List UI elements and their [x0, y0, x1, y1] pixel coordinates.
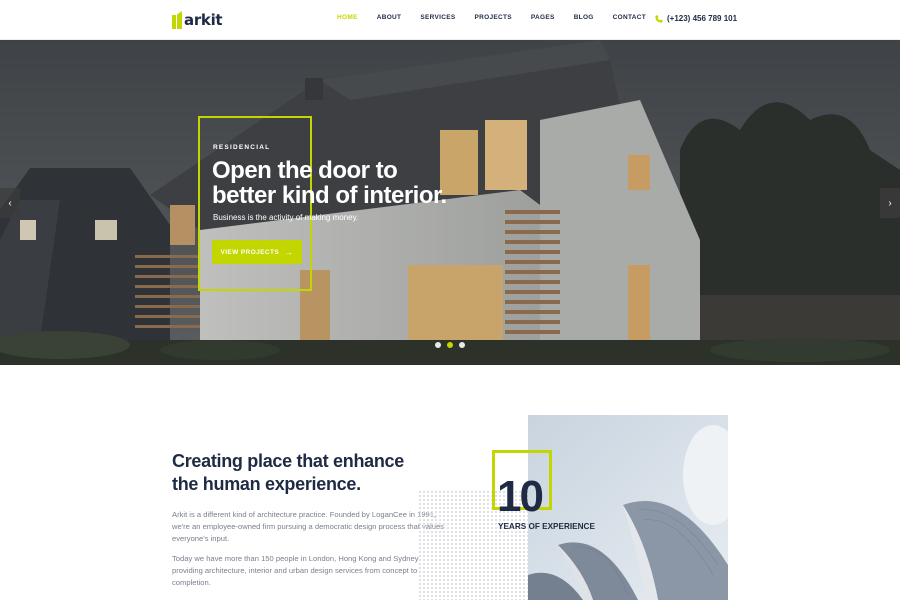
- phone-number: (+123) 456 789 101: [667, 14, 738, 23]
- nav-item-blog[interactable]: BLOG: [574, 14, 594, 21]
- slider-dots: [435, 342, 471, 348]
- hero-title-line-1: Open the door to: [212, 157, 398, 184]
- nav-item-pages[interactable]: PAGES: [531, 14, 555, 21]
- slider-dot-1[interactable]: [435, 342, 441, 348]
- logo-mark-icon: [172, 11, 182, 29]
- chevron-left-icon: ‹: [8, 197, 12, 209]
- phone-icon: [655, 14, 663, 23]
- about-paragraph-1: Arkit is a different kind of architectur…: [172, 510, 445, 543]
- phone-link[interactable]: (+123) 456 789 101: [655, 14, 737, 23]
- nav-item-projects[interactable]: PROJECTS: [474, 14, 511, 21]
- site-header: arkit HOME ABOUT SERVICES PROJECTS PAGES…: [0, 0, 900, 40]
- experience-number: 10: [497, 472, 544, 521]
- hero-title: Open the door to better kind of interior…: [212, 158, 472, 208]
- slider-prev-button[interactable]: ‹: [0, 188, 20, 218]
- logo[interactable]: arkit: [172, 10, 223, 30]
- slider-next-button[interactable]: ›: [880, 188, 900, 218]
- hero-subtitle: Business is the activity of making money…: [213, 213, 359, 222]
- about-paragraph-2: Today we have more than 150 people in Lo…: [172, 554, 419, 587]
- chevron-right-icon: ›: [888, 197, 892, 209]
- about-title-line-2: the human experience.: [172, 474, 361, 494]
- nav-item-contact[interactable]: CONTACT: [613, 14, 646, 21]
- logo-text: arkit: [184, 11, 223, 29]
- experience-label: YEARS OF EXPERIENCE: [498, 522, 595, 531]
- view-projects-button[interactable]: VIEW PROJECTS →: [212, 240, 302, 264]
- about-title-line-1: Creating place that enhance: [172, 451, 404, 471]
- nav-item-home[interactable]: HOME: [337, 14, 358, 21]
- nav-item-services[interactable]: SERVICES: [420, 14, 455, 21]
- arrow-right-icon: →: [285, 247, 294, 257]
- nav-item-about[interactable]: ABOUT: [377, 14, 402, 21]
- slider-dot-2[interactable]: [447, 342, 453, 348]
- hero-title-line-2: better kind of interior.: [212, 182, 447, 209]
- about-photo: [528, 415, 728, 600]
- slider-dot-3[interactable]: [459, 342, 465, 348]
- about-title: Creating place that enhance the human ex…: [172, 450, 432, 496]
- hero-slider: RESIDENCIAL Open the door to better kind…: [0, 40, 900, 365]
- hero-eyebrow: RESIDENCIAL: [213, 144, 271, 151]
- main-nav: HOME ABOUT SERVICES PROJECTS PAGES BLOG …: [337, 14, 665, 21]
- view-projects-label: VIEW PROJECTS: [220, 248, 280, 256]
